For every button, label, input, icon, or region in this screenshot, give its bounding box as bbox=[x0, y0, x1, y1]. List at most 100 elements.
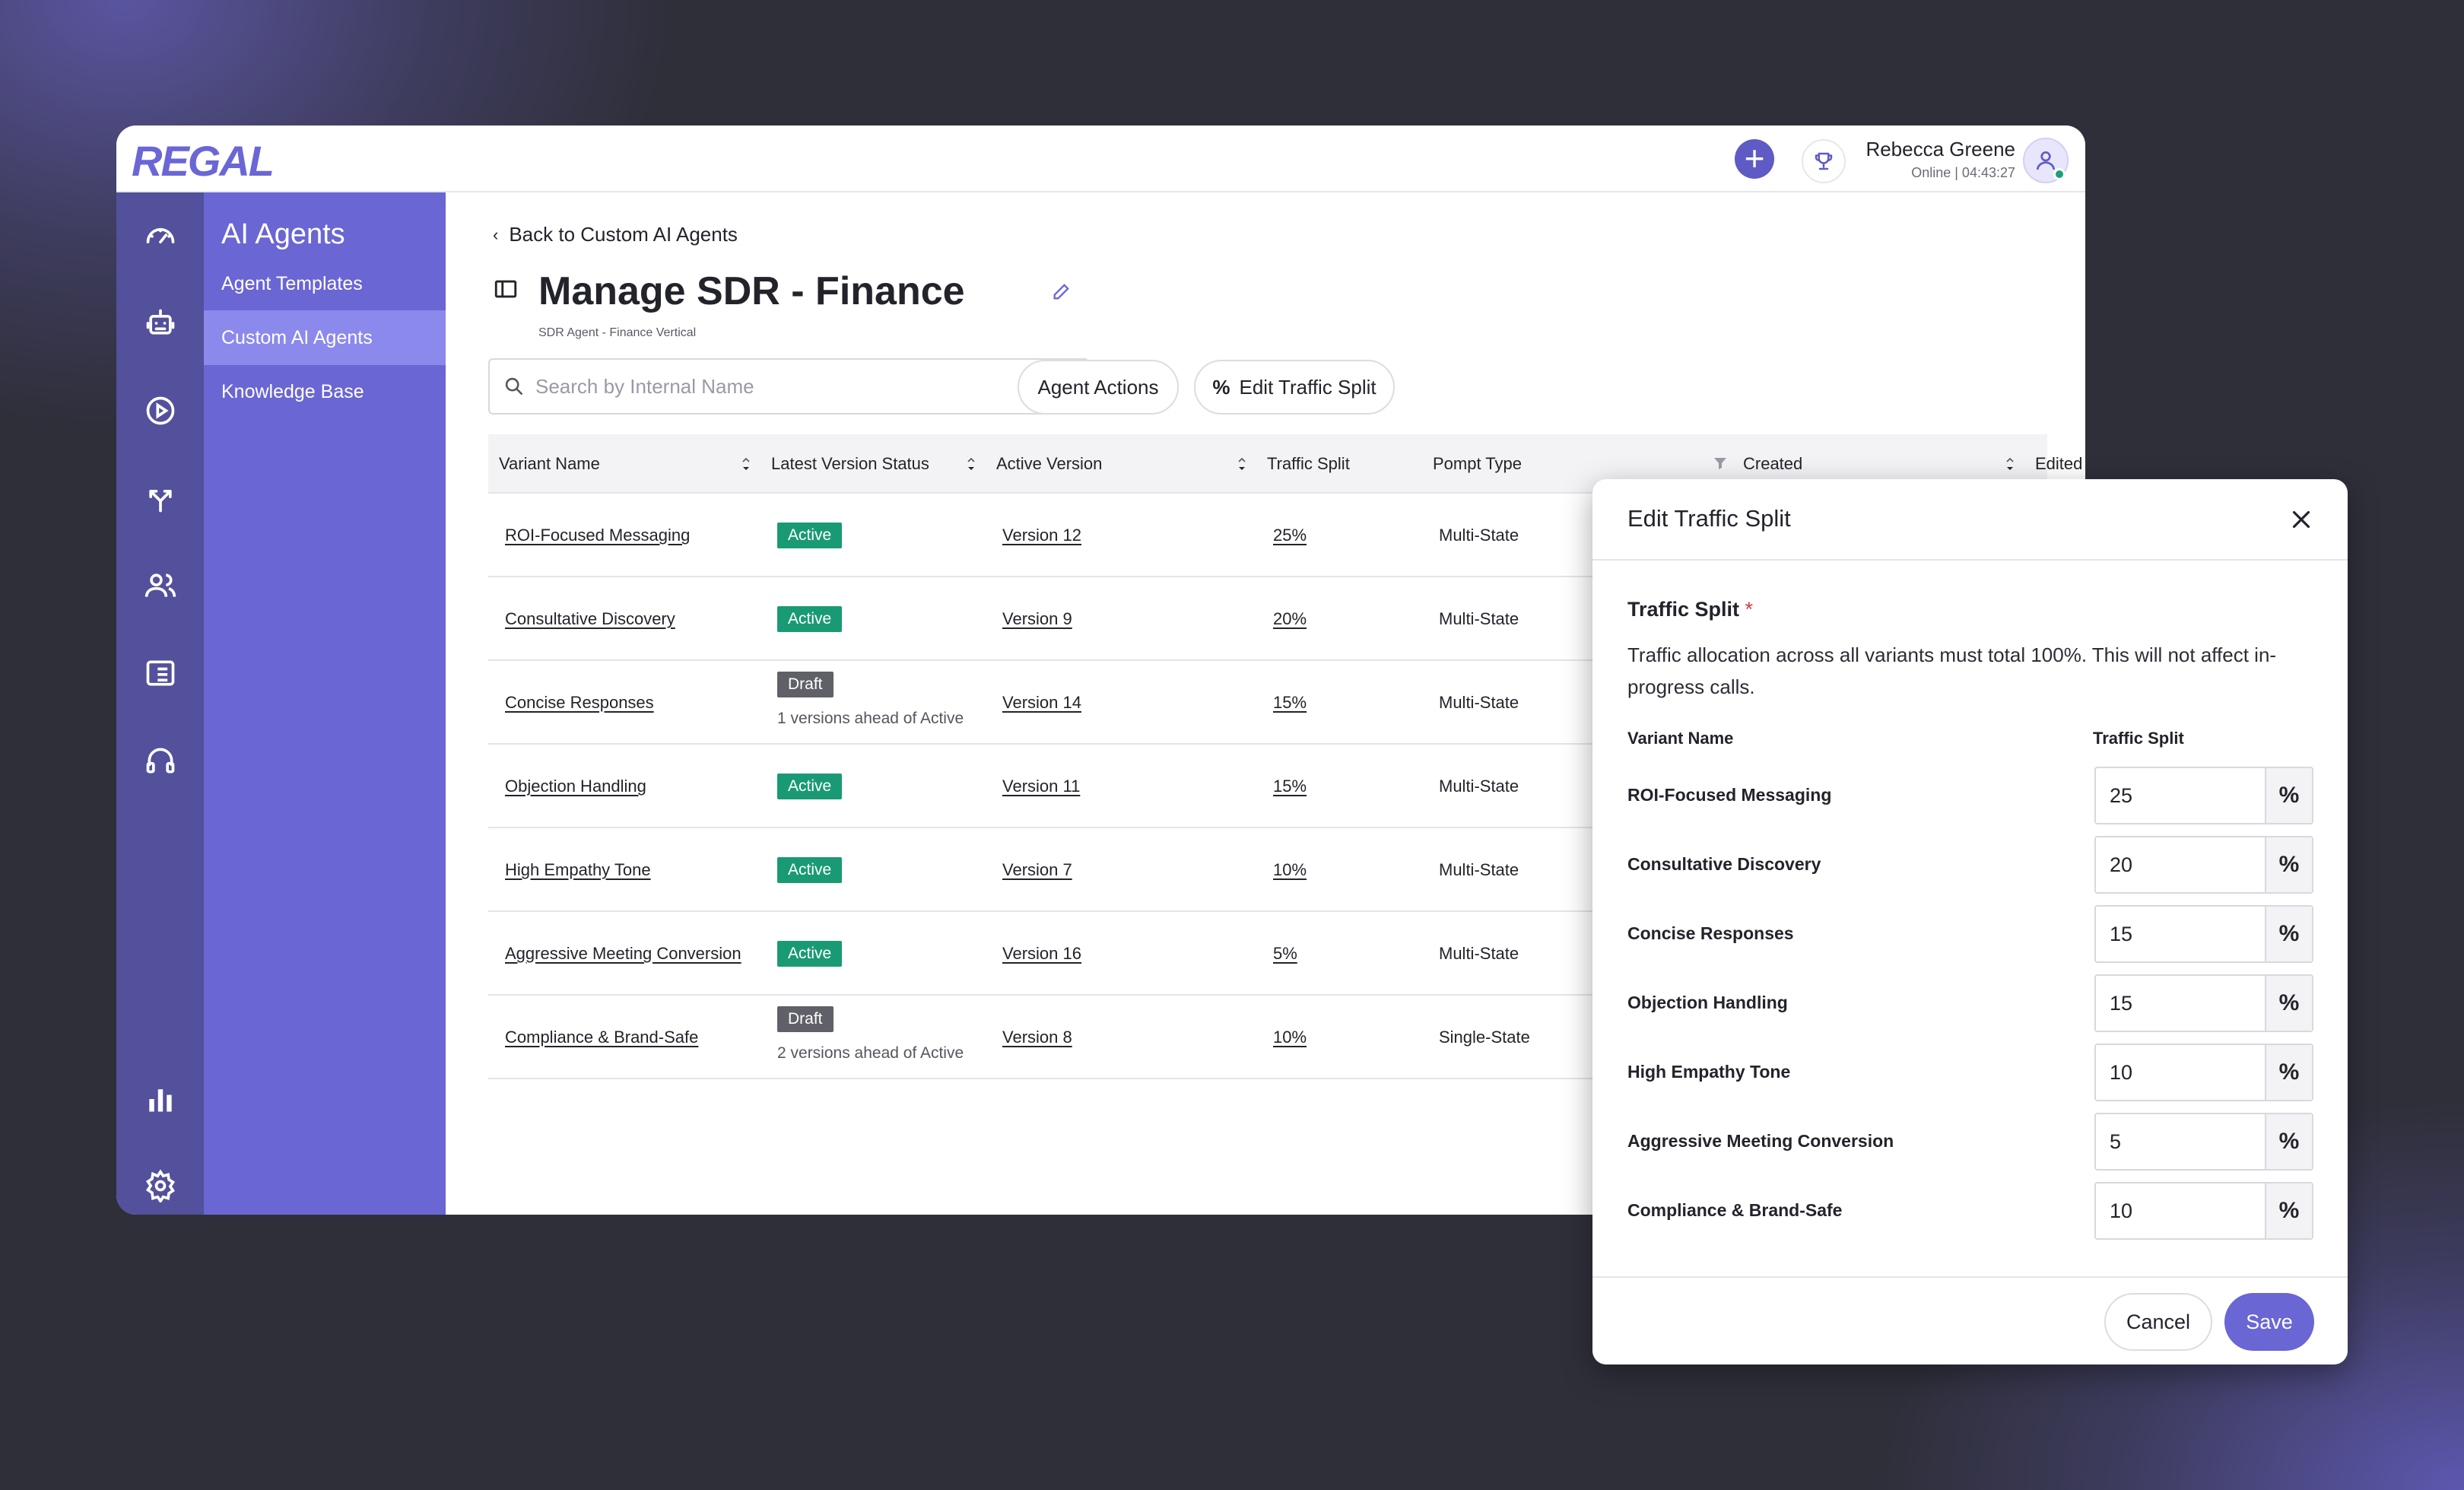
edit-traffic-split-button[interactable]: % Edit Traffic Split bbox=[1194, 360, 1395, 415]
edit-traffic-split-label: Edit Traffic Split bbox=[1239, 375, 1376, 399]
user-avatar-icon[interactable] bbox=[2023, 138, 2069, 183]
variant-name-link[interactable]: Consultative Discovery bbox=[505, 609, 675, 629]
search-box bbox=[488, 358, 1089, 415]
ai-agents-subnav: AI Agents Agent Templates Custom AI Agen… bbox=[204, 192, 446, 1215]
edit-traffic-split-modal: Edit Traffic Split Traffic Split * Traff… bbox=[1592, 479, 2348, 1365]
modal-header: Edit Traffic Split bbox=[1592, 479, 2348, 561]
active-version-link[interactable]: Version 9 bbox=[1002, 609, 1072, 629]
active-version-link[interactable]: Version 8 bbox=[1002, 1028, 1072, 1047]
modal-title: Edit Traffic Split bbox=[1627, 505, 1791, 532]
prompt-type: Multi-State bbox=[1439, 777, 1519, 796]
status-badge: Active bbox=[777, 606, 843, 632]
traffic-split-field-label: Traffic Split * bbox=[1627, 598, 1753, 621]
variant-name-link[interactable]: ROI-Focused Messaging bbox=[505, 526, 690, 545]
column-header-prompt-type[interactable]: Pompt Type bbox=[1433, 434, 1522, 494]
users-icon[interactable] bbox=[144, 569, 177, 602]
sort-icon[interactable] bbox=[966, 458, 976, 472]
split-input[interactable] bbox=[2096, 1114, 2265, 1169]
sort-icon[interactable] bbox=[741, 458, 751, 472]
status-badge: Draft bbox=[777, 672, 834, 697]
percent-icon: % bbox=[2265, 837, 2312, 892]
gear-icon[interactable] bbox=[144, 1169, 177, 1202]
split-variant-name: High Empathy Tone bbox=[1627, 1062, 1791, 1082]
filter-icon[interactable] bbox=[1713, 456, 1728, 471]
prompt-type: Multi-State bbox=[1439, 609, 1519, 628]
split-input[interactable] bbox=[2096, 976, 2265, 1031]
active-version-link[interactable]: Version 7 bbox=[1002, 860, 1072, 880]
cancel-button[interactable]: Cancel bbox=[2104, 1293, 2212, 1351]
column-header-traffic-split: Traffic Split bbox=[2093, 729, 2184, 748]
subnav-item-knowledge-base[interactable]: Knowledge Base bbox=[204, 364, 446, 419]
active-version-link[interactable]: Version 12 bbox=[1002, 526, 1081, 545]
column-header-variant-name[interactable]: Variant Name bbox=[499, 434, 600, 494]
search-input[interactable] bbox=[535, 374, 1068, 399]
split-input[interactable] bbox=[2096, 768, 2265, 823]
column-header-latest-version-status[interactable]: Latest Version Status bbox=[771, 434, 929, 494]
traffic-split-link[interactable]: 20% bbox=[1273, 609, 1307, 629]
split-row: High Empathy Tone % bbox=[1592, 1044, 2348, 1104]
percent-icon: % bbox=[2265, 1183, 2312, 1238]
split-row: Consultative Discovery % bbox=[1592, 836, 2348, 897]
variant-name-link[interactable]: Aggressive Meeting Conversion bbox=[505, 944, 741, 964]
variant-name-link[interactable]: High Empathy Tone bbox=[505, 860, 651, 880]
traffic-split-link[interactable]: 15% bbox=[1273, 693, 1307, 713]
status-badge: Active bbox=[777, 857, 843, 883]
prompt-type: Multi-State bbox=[1439, 693, 1519, 712]
trophy-icon[interactable] bbox=[1802, 139, 1846, 183]
variant-name-link[interactable]: Concise Responses bbox=[505, 693, 654, 713]
column-header-active-version[interactable]: Active Version bbox=[996, 434, 1102, 494]
robot-icon[interactable] bbox=[144, 307, 177, 340]
prompt-type: Multi-State bbox=[1439, 526, 1519, 545]
variant-name-link[interactable]: Compliance & Brand-Safe bbox=[505, 1028, 698, 1047]
sort-icon[interactable] bbox=[2005, 458, 2015, 472]
sort-icon[interactable] bbox=[1237, 458, 1247, 472]
play-icon[interactable] bbox=[144, 394, 177, 427]
routing-icon[interactable] bbox=[144, 481, 177, 515]
regal-logo[interactable]: REGAL bbox=[132, 136, 275, 186]
close-icon[interactable] bbox=[2287, 505, 2316, 534]
traffic-split-link[interactable]: 5% bbox=[1273, 944, 1297, 964]
split-variant-name: Aggressive Meeting Conversion bbox=[1627, 1131, 1894, 1151]
percent-icon: % bbox=[1212, 375, 1230, 399]
subnav-item-agent-templates[interactable]: Agent Templates bbox=[204, 256, 446, 311]
dashboard-icon[interactable] bbox=[144, 218, 177, 252]
column-header-traffic-split[interactable]: Traffic Split bbox=[1267, 434, 1350, 494]
status-badge: Active bbox=[777, 941, 843, 967]
active-version-link[interactable]: Version 11 bbox=[1002, 777, 1080, 796]
split-input[interactable] bbox=[2096, 1183, 2265, 1238]
split-input[interactable] bbox=[2096, 837, 2265, 892]
edit-title-icon[interactable] bbox=[1051, 281, 1072, 306]
traffic-split-link[interactable]: 10% bbox=[1273, 860, 1307, 880]
split-row: Objection Handling % bbox=[1592, 974, 2348, 1035]
active-version-link[interactable]: Version 16 bbox=[1002, 944, 1081, 964]
list-card-icon[interactable] bbox=[144, 656, 177, 690]
percent-icon: % bbox=[2265, 768, 2312, 823]
user-status: Online | 04:43:27 bbox=[1911, 165, 2015, 180]
split-variant-name: Consultative Discovery bbox=[1627, 854, 1821, 874]
back-link-label: Back to Custom AI Agents bbox=[509, 223, 738, 246]
subnav-item-custom-ai-agents[interactable]: Custom AI Agents bbox=[204, 310, 446, 365]
percent-icon: % bbox=[2265, 1045, 2312, 1100]
panel-toggle-icon[interactable] bbox=[493, 276, 519, 306]
split-input-group: % bbox=[2094, 974, 2313, 1032]
bar-chart-icon[interactable] bbox=[144, 1082, 177, 1116]
agent-actions-button[interactable]: Agent Actions bbox=[1018, 360, 1179, 415]
active-version-link[interactable]: Version 14 bbox=[1002, 693, 1081, 713]
variant-name-link[interactable]: Objection Handling bbox=[505, 777, 646, 796]
back-link[interactable]: ‹ Back to Custom AI Agents bbox=[493, 223, 738, 246]
prompt-type: Single-State bbox=[1439, 1028, 1530, 1047]
page-title: Manage SDR - Finance bbox=[538, 269, 965, 313]
chevron-left-icon: ‹ bbox=[493, 224, 499, 244]
traffic-split-link[interactable]: 10% bbox=[1273, 1028, 1307, 1047]
split-input[interactable] bbox=[2096, 1045, 2265, 1100]
split-input[interactable] bbox=[2096, 907, 2265, 961]
top-bar: REGAL + Rebecca Greene Online | 04:43:27 bbox=[116, 125, 2085, 192]
split-variant-name: ROI-Focused Messaging bbox=[1627, 785, 1832, 805]
icon-rail bbox=[116, 192, 204, 1215]
save-button[interactable]: Save bbox=[2224, 1293, 2314, 1351]
traffic-split-link[interactable]: 25% bbox=[1273, 526, 1307, 545]
split-row: Aggressive Meeting Conversion % bbox=[1592, 1113, 2348, 1174]
headset-icon[interactable] bbox=[144, 744, 177, 777]
plus-icon[interactable]: + bbox=[1735, 139, 1774, 179]
traffic-split-link[interactable]: 15% bbox=[1273, 777, 1307, 796]
